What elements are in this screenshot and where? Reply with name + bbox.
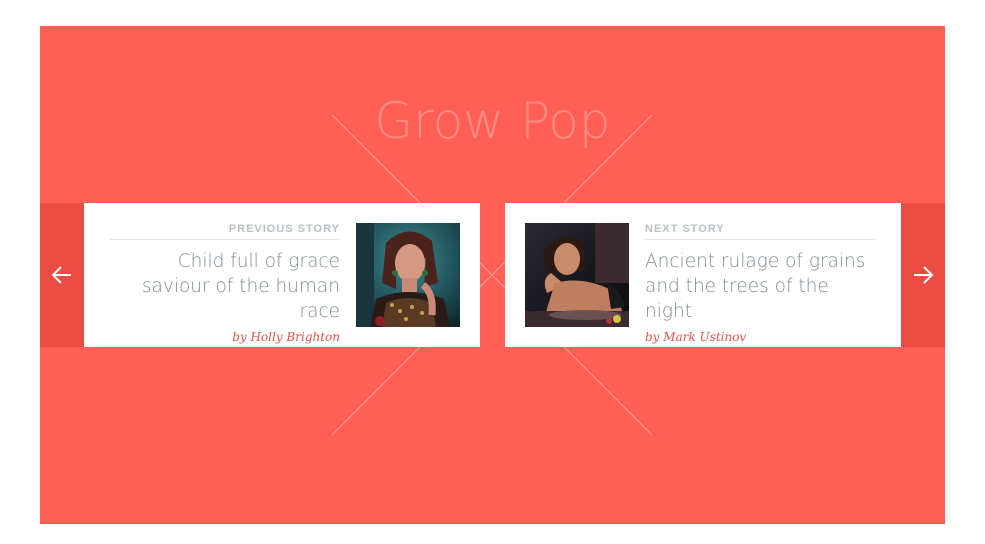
arrow-left-icon (51, 266, 71, 284)
previous-story-thumbnail[interactable] (356, 223, 460, 327)
next-story-kicker: NEXT STORY (645, 223, 875, 240)
previous-story-headline[interactable]: Child full of grace saviour of the human… (110, 249, 340, 324)
next-story-card[interactable]: NEXT STORY Ancient rulage of grains and … (505, 203, 901, 347)
next-story-author: by Mark Ustinov (645, 330, 747, 344)
previous-story-text: PREVIOUS STORY Child full of grace savio… (110, 223, 340, 344)
hero-stage: Grow Pop PREVIOUS STORY Child full of gr… (40, 26, 945, 524)
previous-story-kicker: PREVIOUS STORY (110, 223, 340, 240)
previous-story-card[interactable]: PREVIOUS STORY Child full of grace savio… (84, 203, 480, 347)
next-story-thumbnail[interactable] (525, 223, 629, 327)
portrait-image (356, 223, 460, 327)
next-story-button[interactable] (901, 203, 945, 347)
next-story-text: NEXT STORY Ancient rulage of grains and … (645, 223, 875, 344)
arrow-right-icon (914, 266, 934, 284)
portrait-image (525, 223, 629, 327)
page-title: Grow Pop (374, 92, 611, 150)
previous-story-author: by Holly Brighton (232, 330, 340, 344)
previous-story-button[interactable] (40, 203, 84, 347)
next-story-headline[interactable]: Ancient rulage of grains and the trees o… (645, 249, 875, 324)
